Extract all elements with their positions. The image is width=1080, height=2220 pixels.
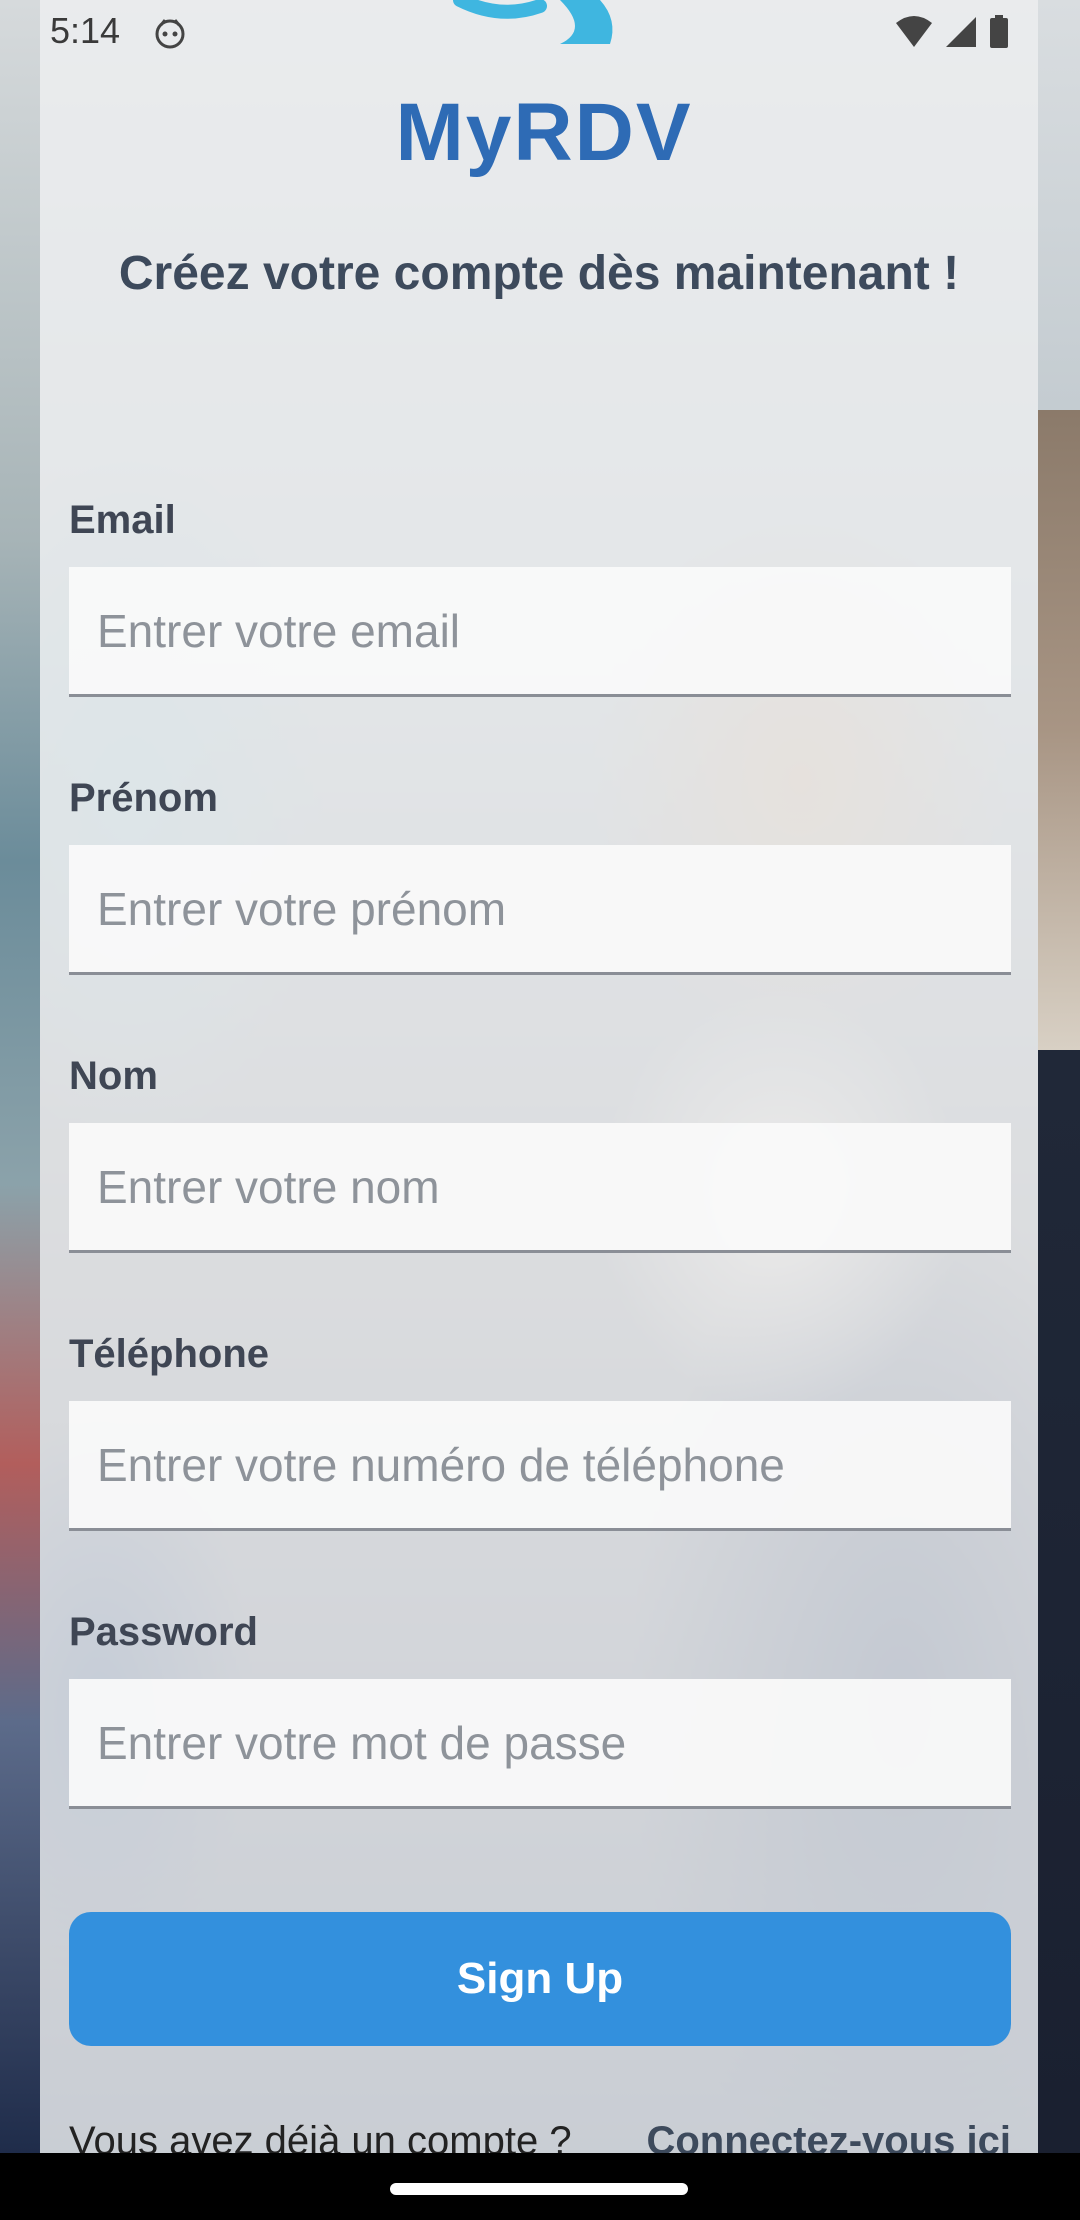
- login-prompt-row: Vous avez déjà un compte ? Connectez-vou…: [69, 2116, 1011, 2153]
- first-name-field[interactable]: [69, 845, 1011, 975]
- first-name-label: Prénom: [69, 776, 218, 820]
- background-photo-right-lower: [1038, 1050, 1080, 2153]
- sign-up-button[interactable]: Sign Up: [69, 1912, 1011, 2046]
- signal-icon: [946, 17, 976, 47]
- last-name-field[interactable]: [69, 1123, 1011, 1253]
- logo-swoosh-icon: [453, 0, 613, 44]
- last-name-label: Nom: [69, 1054, 158, 1098]
- home-indicator[interactable]: [390, 2183, 688, 2195]
- status-time: 5:14: [50, 10, 121, 51]
- background-photo-right-edge: [1038, 410, 1080, 1050]
- status-icons: [894, 14, 1010, 50]
- app-notification-icon: [155, 19, 185, 49]
- password-field[interactable]: [69, 1679, 1011, 1809]
- battery-icon: [990, 15, 1008, 48]
- login-link[interactable]: Connectez-vous ici: [646, 2116, 1011, 2153]
- phone-label: Téléphone: [69, 1332, 270, 1376]
- email-label: Email: [69, 498, 176, 542]
- background-photo-left-edge: [0, 0, 40, 2153]
- existing-account-text: Vous avez déjà un compte ?: [69, 2119, 572, 2153]
- app-logo: MyRDV: [395, 87, 693, 178]
- frosted-form-panel: [40, 0, 1038, 2153]
- phone-field[interactable]: [69, 1401, 1011, 1531]
- email-field[interactable]: [69, 567, 1011, 697]
- wifi-icon: [896, 16, 932, 47]
- page-title: Créez votre compte dès maintenant !: [118, 247, 960, 300]
- password-label: Password: [69, 1610, 258, 1654]
